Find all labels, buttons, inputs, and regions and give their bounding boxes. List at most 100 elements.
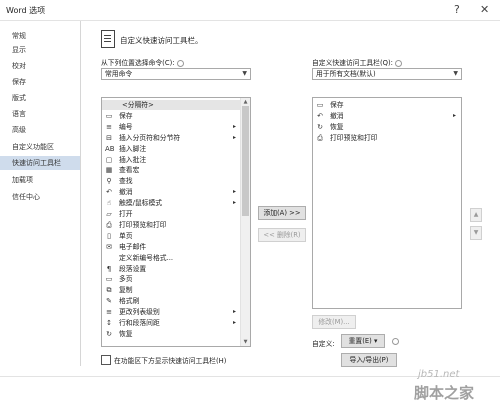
list-item[interactable]: ✉ 电子邮件 bbox=[102, 242, 241, 252]
list-item[interactable]: ▱ 打开 bbox=[102, 209, 241, 219]
nav-item[interactable]: 显示 bbox=[0, 43, 80, 57]
nav-item[interactable]: 高级 bbox=[0, 123, 80, 137]
command-icon: ▭ bbox=[105, 111, 113, 120]
nav-item[interactable]: 版式 bbox=[0, 91, 80, 105]
submenu-arrow-icon: ▸ bbox=[453, 111, 457, 119]
list-item[interactable]: ⊟ 插入分页符和分节符 ▸ bbox=[102, 133, 241, 143]
nav-item[interactable]: 信任中心 bbox=[0, 190, 80, 204]
help-button[interactable]: ? bbox=[454, 3, 460, 17]
commands-scrollbar[interactable]: ▲ ▼ bbox=[240, 98, 250, 346]
list-item[interactable]: ⎙ 打印预览和打印 bbox=[102, 220, 241, 230]
show-below-ribbon-checkbox[interactable] bbox=[101, 355, 111, 365]
command-icon: ↕ bbox=[106, 319, 112, 327]
info-icon bbox=[392, 338, 399, 345]
list-item-label: 插入分页符和分节符 bbox=[119, 133, 181, 142]
list-item-label: 电子邮件 bbox=[119, 242, 147, 251]
nav-item[interactable]: 校对 bbox=[0, 59, 80, 73]
toolbar-items-list[interactable]: ▭ 保存 ↶ 撤消 ▸ ↻ 恢复 ⎙ 打印预览和打印 bbox=[312, 97, 462, 309]
modify-button[interactable]: 修改(M)... bbox=[312, 315, 356, 329]
list-item[interactable]: ▭ 保存 bbox=[102, 111, 241, 121]
command-icon: ↻ bbox=[106, 329, 112, 338]
list-item[interactable]: ≡ 编号 ▸ bbox=[102, 122, 241, 132]
nav-item[interactable]: 语言 bbox=[0, 107, 80, 121]
command-icon: ¶ bbox=[106, 264, 112, 273]
scroll-up-icon[interactable]: ▲ bbox=[241, 98, 250, 106]
list-item[interactable]: ▭ 多页 bbox=[102, 274, 241, 284]
nav-item[interactable]: 快速访问工具栏 bbox=[0, 156, 80, 170]
list-item-label: 撤消 bbox=[330, 111, 344, 120]
command-icon: ▭ bbox=[316, 101, 324, 109]
list-item[interactable]: ✎ 格式刷 bbox=[102, 296, 241, 306]
list-item[interactable]: ↶ 撤消 ▸ bbox=[102, 187, 241, 197]
list-item[interactable]: ▦ 查看宏 bbox=[102, 165, 241, 175]
choose-commands-value: 常用命令 bbox=[105, 70, 133, 78]
remove-button[interactable]: << 删除(R) bbox=[258, 228, 306, 242]
list-item-label: 单页 bbox=[119, 231, 133, 240]
command-icon: ↶ bbox=[106, 188, 112, 197]
scroll-down-icon[interactable]: ▼ bbox=[241, 338, 250, 346]
move-down-button[interactable]: ▼ bbox=[470, 226, 482, 240]
command-icon: ⚲ bbox=[106, 177, 112, 186]
command-icon: ⊟ bbox=[106, 133, 112, 142]
command-icon: ⧉ bbox=[106, 286, 112, 295]
command-icon: ▭ bbox=[105, 275, 113, 284]
list-item[interactable]: ↻ 恢复 bbox=[102, 329, 241, 339]
customize-scope-dropdown[interactable]: 用于所有文档(默认) ▼ bbox=[312, 68, 462, 80]
show-below-ribbon-label: 在功能区下方显示快速访问工具栏(H) bbox=[114, 357, 227, 365]
list-item-label: 恢复 bbox=[330, 122, 344, 131]
watermark-brand: 脚本之家 bbox=[414, 384, 475, 402]
command-icon bbox=[105, 254, 113, 262]
list-item[interactable]: ↕ 行和段落间距 ▸ bbox=[102, 318, 241, 328]
command-icon: ↶ bbox=[317, 111, 323, 120]
nav-item[interactable]: 常规 bbox=[0, 29, 80, 43]
list-item[interactable]: ⎙ 打印预览和打印 bbox=[313, 133, 461, 143]
list-item[interactable]: ¶ 段落设置 bbox=[102, 264, 241, 274]
list-item-label: 行和段落间距 bbox=[119, 319, 160, 327]
command-icon: AB bbox=[105, 144, 115, 153]
reset-button[interactable]: 重置(E) ▾ bbox=[341, 334, 385, 348]
list-item[interactable]: ⧉ 复制 bbox=[102, 285, 241, 295]
move-up-button[interactable]: ▲ bbox=[470, 208, 482, 222]
command-icon: ≡ bbox=[106, 122, 112, 131]
import-export-button[interactable]: 导入/导出(P) bbox=[341, 353, 397, 367]
list-item-label: 保存 bbox=[330, 101, 344, 109]
nav-item[interactable]: 加载项 bbox=[0, 173, 80, 187]
list-item[interactable]: ⚲ 查找 bbox=[102, 176, 241, 186]
choose-commands-dropdown[interactable]: 常用命令 ▼ bbox=[101, 68, 251, 80]
list-item[interactable]: ▯ 单页 bbox=[102, 231, 241, 241]
toolbar-doc-icon bbox=[101, 30, 115, 48]
list-item-label: 定义新编号格式... bbox=[119, 253, 174, 262]
list-item[interactable]: AB 插入脚注 bbox=[102, 144, 241, 154]
options-nav: 常规 显示校对保存版式语言高级自定义功能区 快速访问工具栏 加载项信任中心 bbox=[0, 21, 81, 366]
list-item-label: 复制 bbox=[119, 286, 133, 295]
list-item-label: 打开 bbox=[119, 210, 133, 218]
list-item[interactable]: ☝ 触摸/鼠标模式 ▸ bbox=[102, 198, 241, 208]
scroll-thumb[interactable] bbox=[242, 106, 249, 216]
info-icon bbox=[176, 59, 184, 67]
command-icon: ↻ bbox=[317, 122, 323, 131]
list-item-label: 打印预览和打印 bbox=[119, 220, 167, 229]
close-button[interactable]: ✕ bbox=[480, 3, 489, 17]
submenu-arrow-icon: ▸ bbox=[233, 199, 237, 207]
list-item[interactable]: 定义新编号格式... bbox=[102, 253, 241, 263]
list-item-label: 编号 bbox=[119, 122, 133, 131]
list-item[interactable]: ↶ 撤消 ▸ bbox=[313, 111, 461, 121]
chevron-down-icon: ▼ bbox=[453, 70, 458, 77]
nav-item[interactable]: 保存 bbox=[0, 75, 80, 89]
list-item-label: 保存 bbox=[119, 111, 133, 120]
list-item[interactable]: ≡ 更改列表级别 ▸ bbox=[102, 307, 241, 317]
command-icon: ✉ bbox=[106, 242, 112, 251]
commands-list[interactable]: ▲ ▼ <分隔符> ▭ 保存 ≡ 编号 ▸ ⊟ 插入分页符和分节符 ▸ AB 插入脚注 ▢ 插入批注 ▦ 查… bbox=[101, 97, 251, 347]
submenu-arrow-icon: ▸ bbox=[233, 308, 237, 316]
add-button[interactable]: 添加(A) >> bbox=[258, 206, 306, 220]
list-item-label: 查看宏 bbox=[119, 166, 140, 175]
watermark-url: jb51.net bbox=[418, 369, 460, 380]
list-item[interactable]: ↻ 恢复 bbox=[313, 122, 461, 132]
command-icon: ⎙ bbox=[106, 220, 112, 229]
list-item[interactable]: <分隔符> bbox=[102, 100, 241, 111]
command-icon: ▱ bbox=[106, 210, 112, 218]
command-icon: ≡ bbox=[106, 308, 112, 317]
nav-item[interactable]: 自定义功能区 bbox=[0, 140, 80, 154]
list-item[interactable]: ▭ 保存 bbox=[313, 100, 461, 110]
list-item[interactable]: ▢ 插入批注 bbox=[102, 155, 241, 165]
